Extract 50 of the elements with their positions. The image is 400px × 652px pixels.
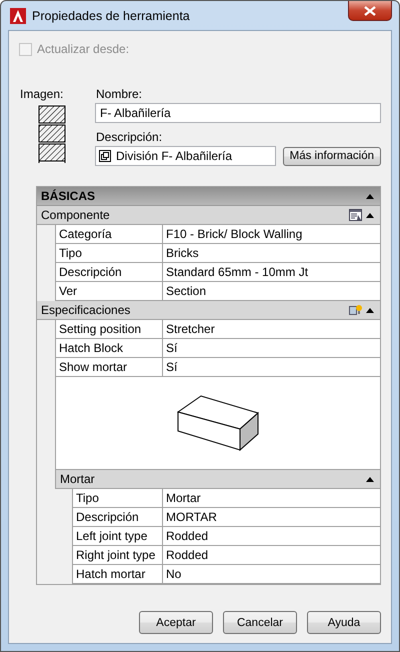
property-value[interactable]: Rodded (163, 546, 380, 564)
dialog-button[interactable]: Aceptar (139, 611, 213, 634)
subsection-header[interactable]: Mortar (55, 470, 380, 489)
category-header[interactable]: BÁSICAS (37, 187, 380, 206)
property-value[interactable]: Section (163, 282, 380, 300)
caret-icon[interactable] (366, 212, 374, 218)
dialog-button[interactable]: Cancelar (223, 611, 297, 634)
section-header[interactable]: Especificaciones (37, 301, 380, 320)
property-value[interactable]: Bricks (163, 244, 380, 262)
name-field[interactable]: F- Albañilería (95, 103, 381, 123)
property-name: Descripción (56, 263, 163, 281)
property-name: Right joint type (73, 546, 163, 564)
image-bulb-icon[interactable] (349, 304, 362, 316)
property-name: Left joint type (73, 527, 163, 545)
property-name: Tipo (56, 244, 163, 262)
property-name: Ver (56, 282, 163, 300)
caret-icon[interactable] (366, 476, 374, 482)
property-value[interactable]: MORTAR (163, 508, 380, 526)
app-logo-icon (10, 8, 26, 24)
table-settings-icon[interactable] (349, 209, 362, 221)
property-name: Tipo (73, 489, 163, 507)
close-button[interactable] (348, 1, 392, 21)
property-name: Hatch mortar (73, 565, 163, 583)
property-name: Setting position (56, 320, 163, 338)
caret-icon[interactable] (366, 194, 374, 198)
property-value[interactable]: Rodded (163, 527, 380, 545)
property-value[interactable]: Standard 65mm - 10mm Jt (163, 263, 380, 281)
description-field[interactable]: División F- Albañilería (95, 146, 276, 166)
section-header[interactable]: Componente (37, 206, 380, 225)
property-name: Descripción (73, 508, 163, 526)
property-value[interactable]: No (163, 565, 380, 583)
property-name: Categoría (56, 225, 163, 243)
property-value[interactable]: Sí (163, 358, 380, 376)
more-info-button[interactable]: Más información (282, 146, 381, 166)
hatch-pattern-icon (38, 105, 66, 163)
copy-icon (99, 150, 111, 162)
description-label: Descripción: (96, 130, 164, 144)
property-name: Show mortar (56, 358, 163, 376)
property-value[interactable]: F10 - Brick/ Block Walling (163, 225, 380, 243)
close-icon (364, 6, 376, 16)
image-label: Imagen: (20, 87, 64, 101)
name-label: Nombre: (96, 87, 144, 101)
update-from-label: Actualizar desde: (37, 42, 130, 56)
dialog-button[interactable]: Ayuda (307, 611, 381, 634)
property-value[interactable]: Mortar (163, 489, 380, 507)
window-title: Propiedades de herramienta (32, 8, 190, 22)
property-name: Hatch Block (56, 339, 163, 357)
property-value[interactable]: Sí (163, 339, 380, 357)
caret-icon[interactable] (366, 308, 374, 312)
property-value[interactable]: Stretcher (163, 320, 380, 338)
